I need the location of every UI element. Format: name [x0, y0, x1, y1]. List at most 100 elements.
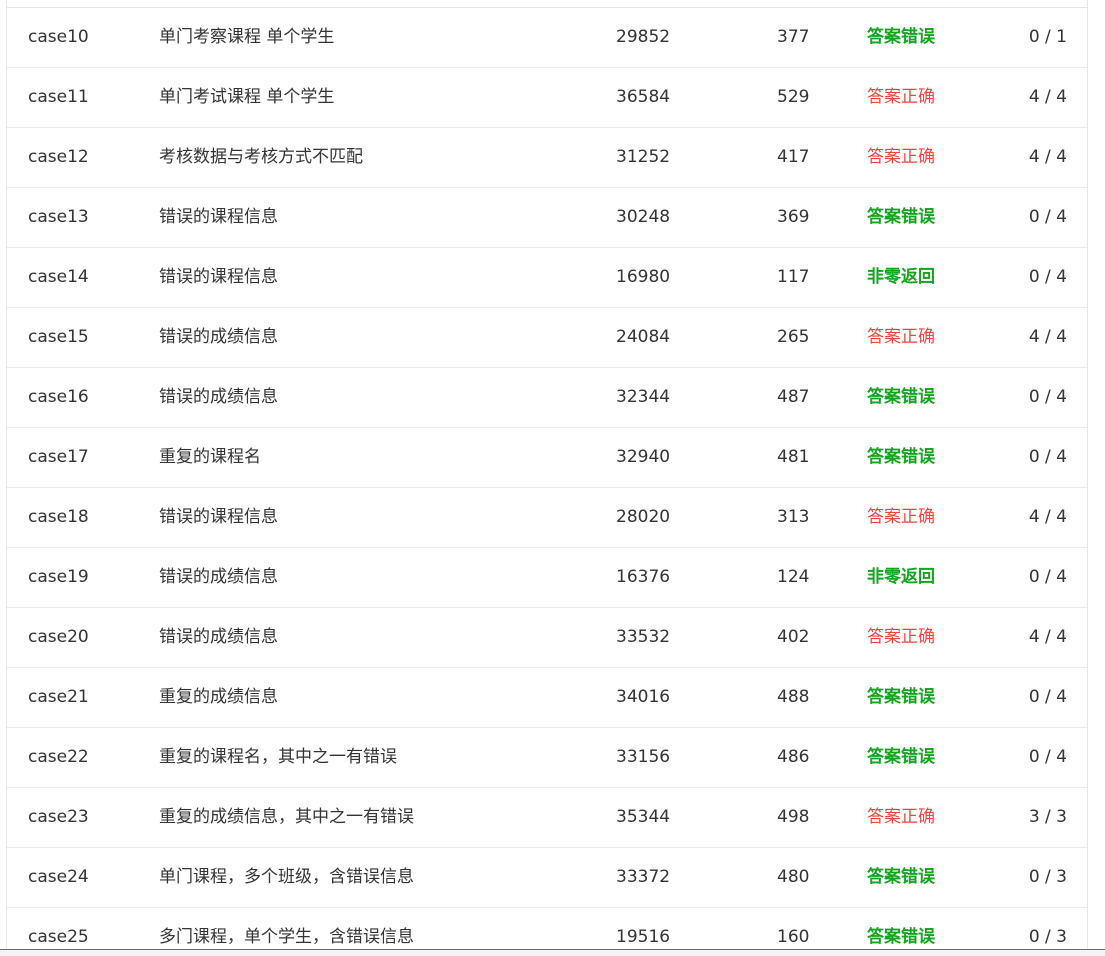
table-row: case23 重复的成绩信息，其中之一有错误 35344 498 答案正确 3 / 3 — [7, 788, 1087, 848]
table-row: case16 错误的成绩信息 32344 487 答案错误 0 / 4 — [7, 368, 1087, 428]
result-status: 答案正确 — [867, 627, 935, 647]
case-description: 错误的课程信息 — [159, 267, 278, 287]
time-used: 28020 — [616, 507, 671, 527]
table-row: case19 错误的成绩信息 16376 124 非零返回 0 / 4 — [7, 548, 1087, 608]
result-status: 答案错误 — [867, 867, 935, 887]
table-row: case25 多门课程，单个学生，含错误信息 19516 160 答案错误 0 / 3 — [7, 908, 1087, 949]
result-status: 答案错误 — [867, 447, 935, 467]
score: 4 / 4 — [1028, 147, 1067, 167]
score: 0 / 1 — [1028, 27, 1067, 47]
memory-used: 498 — [777, 807, 810, 827]
result-status: 答案正确 — [867, 87, 935, 107]
case-id: case21 — [28, 687, 89, 707]
score: 3 / 3 — [1028, 807, 1067, 827]
time-used: 33372 — [616, 867, 671, 887]
memory-used: 265 — [777, 327, 810, 347]
time-used: 33156 — [616, 747, 671, 767]
case-id: case16 — [28, 387, 89, 407]
case-id: case25 — [28, 927, 89, 947]
memory-used: 377 — [777, 27, 810, 47]
result-status: 答案错误 — [867, 927, 935, 947]
table-row: case24 单门课程，多个班级，含错误信息 33372 480 答案错误 0 / 3 — [7, 848, 1087, 908]
memory-used: 488 — [777, 687, 810, 707]
case-description: 错误的成绩信息 — [159, 567, 278, 587]
time-used: 32940 — [616, 447, 671, 467]
time-used: 19516 — [616, 927, 671, 947]
result-status: 答案错误 — [867, 747, 935, 767]
case-id: case10 — [28, 27, 89, 47]
memory-used: 480 — [777, 867, 810, 887]
score: 0 / 3 — [1028, 867, 1067, 887]
case-description: 错误的课程信息 — [159, 507, 278, 527]
time-used: 32344 — [616, 387, 671, 407]
score: 0 / 4 — [1028, 387, 1067, 407]
memory-used: 417 — [777, 147, 810, 167]
case-description: 重复的课程名 — [159, 447, 261, 467]
score: 4 / 4 — [1028, 627, 1067, 647]
score: 0 / 4 — [1028, 207, 1067, 227]
case-id: case22 — [28, 747, 89, 767]
score: 0 / 4 — [1028, 687, 1067, 707]
time-used: 31252 — [616, 147, 671, 167]
case-description: 单门考试课程 单个学生 — [159, 87, 335, 107]
case-id: case24 — [28, 867, 89, 887]
table-row: case10 单门考察课程 单个学生 29852 377 答案错误 0 / 1 — [7, 8, 1087, 68]
table-row: case14 错误的课程信息 16980 117 非零返回 0 / 4 — [7, 248, 1087, 308]
result-status: 答案错误 — [867, 687, 935, 707]
score: 4 / 4 — [1028, 87, 1067, 107]
score: 0 / 4 — [1028, 567, 1067, 587]
time-used: 24084 — [616, 327, 671, 347]
time-used: 35344 — [616, 807, 671, 827]
result-status: 答案正确 — [867, 507, 935, 527]
case-description: 重复的课程名，其中之一有错误 — [159, 747, 397, 767]
memory-used: 402 — [777, 627, 810, 647]
results-table: case10 单门考察课程 单个学生 29852 377 答案错误 0 / 1 case11… — [7, 7, 1087, 949]
memory-used: 117 — [777, 267, 810, 287]
time-used: 34016 — [616, 687, 671, 707]
memory-used: 369 — [777, 207, 810, 227]
case-id: case14 — [28, 267, 89, 287]
case-description: 单门考察课程 单个学生 — [159, 27, 335, 47]
case-id: case23 — [28, 807, 89, 827]
case-description: 多门课程，单个学生，含错误信息 — [159, 927, 414, 947]
result-status: 答案错误 — [867, 207, 935, 227]
table-row: case17 重复的课程名 32940 481 答案错误 0 / 4 — [7, 428, 1087, 488]
memory-used: 160 — [777, 927, 810, 947]
test-case-results-panel: case10 单门考察课程 单个学生 29852 377 答案错误 0 / 1 case11… — [6, 0, 1088, 949]
score: 4 / 4 — [1028, 327, 1067, 347]
memory-used: 529 — [777, 87, 810, 107]
time-used: 30248 — [616, 207, 671, 227]
case-id: case15 — [28, 327, 89, 347]
case-description: 错误的成绩信息 — [159, 387, 278, 407]
case-description: 错误的成绩信息 — [159, 327, 278, 347]
case-description: 重复的成绩信息 — [159, 687, 278, 707]
case-id: case11 — [28, 87, 89, 107]
table-row: case22 重复的课程名，其中之一有错误 33156 486 答案错误 0 / 4 — [7, 728, 1087, 788]
table-row: case12 考核数据与考核方式不匹配 31252 417 答案正确 4 / 4 — [7, 128, 1087, 188]
table-row: case11 单门考试课程 单个学生 36584 529 答案正确 4 / 4 — [7, 68, 1087, 128]
case-id: case13 — [28, 207, 89, 227]
case-description: 错误的成绩信息 — [159, 627, 278, 647]
result-status: 答案正确 — [867, 147, 935, 167]
case-description: 错误的课程信息 — [159, 207, 278, 227]
table-row: case20 错误的成绩信息 33532 402 答案正确 4 / 4 — [7, 608, 1087, 668]
case-id: case18 — [28, 507, 89, 527]
score: 4 / 4 — [1028, 507, 1067, 527]
table-row: case21 重复的成绩信息 34016 488 答案错误 0 / 4 — [7, 668, 1087, 728]
time-used: 29852 — [616, 27, 671, 47]
case-id: case12 — [28, 147, 89, 167]
score: 0 / 4 — [1028, 447, 1067, 467]
result-status: 答案正确 — [867, 807, 935, 827]
table-row: case15 错误的成绩信息 24084 265 答案正确 4 / 4 — [7, 308, 1087, 368]
result-status: 答案错误 — [867, 387, 935, 407]
case-id: case20 — [28, 627, 89, 647]
score: 0 / 4 — [1028, 267, 1067, 287]
case-description: 考核数据与考核方式不匹配 — [159, 147, 363, 167]
case-description: 重复的成绩信息，其中之一有错误 — [159, 807, 414, 827]
memory-used: 486 — [777, 747, 810, 767]
result-status: 非零返回 — [867, 567, 935, 587]
result-status: 非零返回 — [867, 267, 935, 287]
memory-used: 487 — [777, 387, 810, 407]
time-used: 16376 — [616, 567, 671, 587]
time-used: 16980 — [616, 267, 671, 287]
